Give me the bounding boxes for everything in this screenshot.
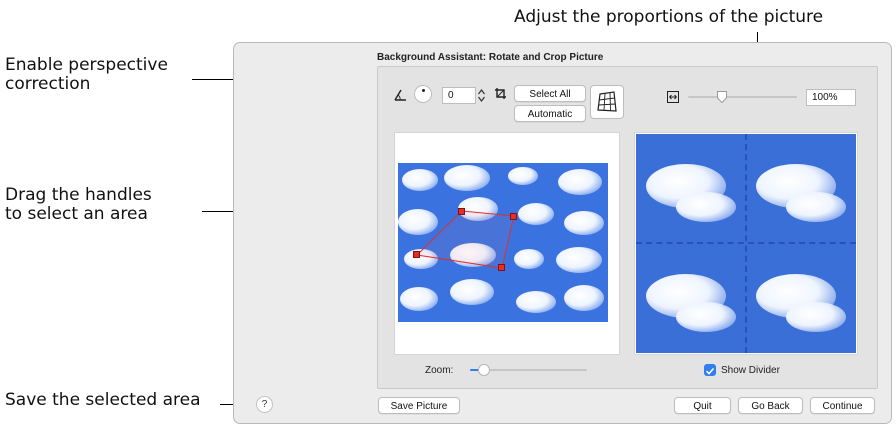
preview-picture — [636, 134, 856, 353]
stepper-icon[interactable] — [477, 87, 486, 104]
perspective-grid-icon — [597, 91, 617, 112]
proportion-slider-thumb[interactable] — [716, 90, 727, 104]
selection-handle-top-left[interactable] — [458, 208, 465, 215]
automatic-button[interactable]: Automatic — [514, 105, 586, 122]
zoom-slider-thumb[interactable] — [478, 364, 491, 376]
divider-horizontal — [636, 242, 856, 244]
selection-handle-bottom-left[interactable] — [413, 251, 420, 258]
callout-perspective: Enable perspective correction — [5, 55, 168, 94]
proportion-input[interactable]: 100% — [806, 89, 856, 106]
select-all-button[interactable]: Select All — [514, 85, 586, 102]
perspective-button[interactable] — [590, 85, 624, 119]
continue-button[interactable]: Continue — [810, 397, 875, 414]
show-divider-checkbox[interactable] — [704, 364, 716, 376]
angle-icon — [394, 89, 406, 101]
help-icon[interactable]: ? — [256, 396, 273, 413]
selection-handle-bottom-right[interactable] — [498, 264, 505, 271]
save-picture-button[interactable]: Save Picture — [378, 397, 460, 414]
crop-icon[interactable] — [494, 87, 507, 100]
proportion-icon — [667, 91, 679, 103]
checkbox-icon — [705, 367, 715, 375]
rotation-dial-icon[interactable] — [414, 85, 432, 103]
go-back-button[interactable]: Go Back — [738, 397, 803, 414]
callout-handles: Drag the handles to select an area — [5, 185, 152, 224]
selection-handle-top-right[interactable] — [510, 213, 517, 220]
rotation-input[interactable]: 0 — [442, 87, 476, 104]
quit-button[interactable]: Quit — [674, 397, 731, 414]
zoom-label: Zoom: — [425, 365, 454, 376]
dialog-title: Background Assistant: Rotate and Crop Pi… — [377, 52, 604, 63]
show-divider-label[interactable]: Show Divider — [721, 365, 780, 376]
callout-proportions: Adjust the proportions of the picture — [514, 7, 824, 27]
proportion-slider-track[interactable] — [688, 96, 797, 98]
selection-area[interactable] — [398, 163, 608, 322]
callout-save: Save the selected area — [5, 390, 201, 410]
